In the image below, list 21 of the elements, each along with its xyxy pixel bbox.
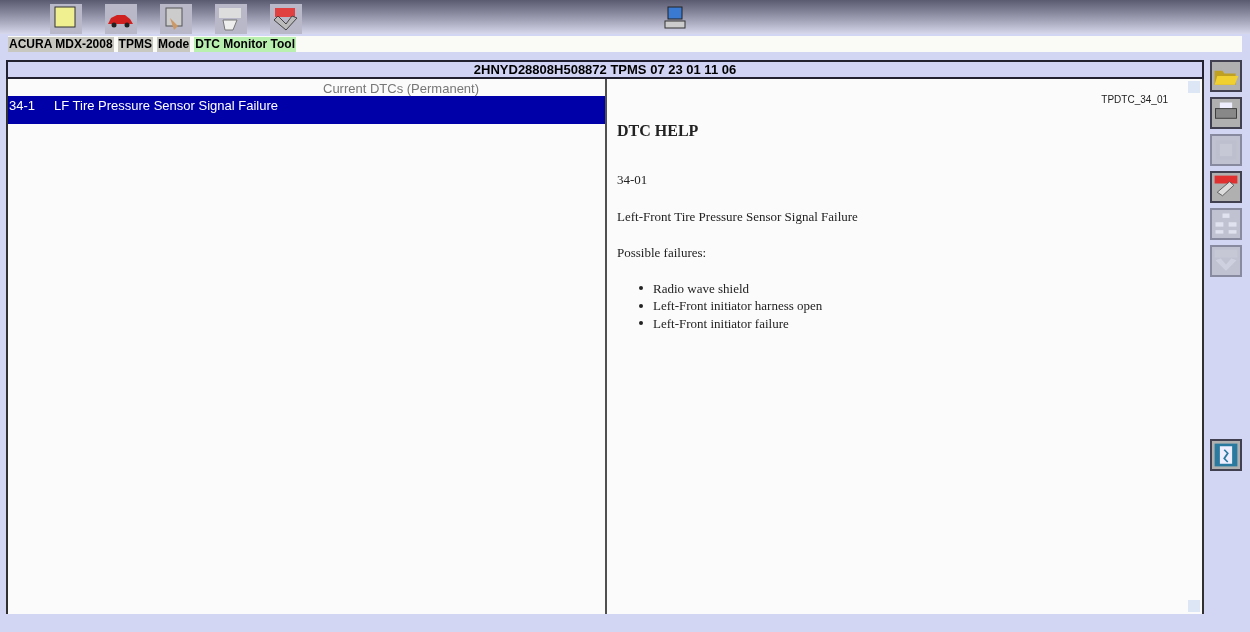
breadcrumb-item[interactable]: Mode [156,36,191,52]
bullet-icon [639,303,643,308]
breadcrumb-item[interactable]: TPMS [117,36,153,52]
document-id: TPDTC_34_01 [1101,93,1169,107]
failures-label: Possible failures: [617,244,707,262]
failure-item: Left-Front initiator harness open [653,297,823,315]
folder-icon[interactable] [1210,60,1243,92]
breadcrumb-item[interactable]: DTC Monitor Tool [194,36,296,52]
column-header: Current DTCs (Permanent) [322,80,481,96]
vehicle-header: 2HNYD28808H508872 TPMS 07 23 01 11 06 [6,60,1205,79]
dtc-code: 34-01 [617,171,648,189]
printer-icon[interactable] [1210,97,1243,129]
bullet-icon [639,321,643,326]
failure-item: Left-Front initiator failure [653,314,789,333]
dtc-eraser-icon[interactable] [1210,171,1243,203]
bullet-icon [639,286,643,291]
dtc-row[interactable]: 34-1 LF Tire Pressure Sensor Signal Failure [8,96,605,124]
dtc-description: Left-Front Tire Pressure Sensor Signal Failure [617,207,858,226]
breadcrumb-item[interactable]: ACURA MDX-2008 [8,36,114,52]
failure-item: Radio wave shield [653,279,750,298]
help-heading: DTC HELP [617,121,699,141]
